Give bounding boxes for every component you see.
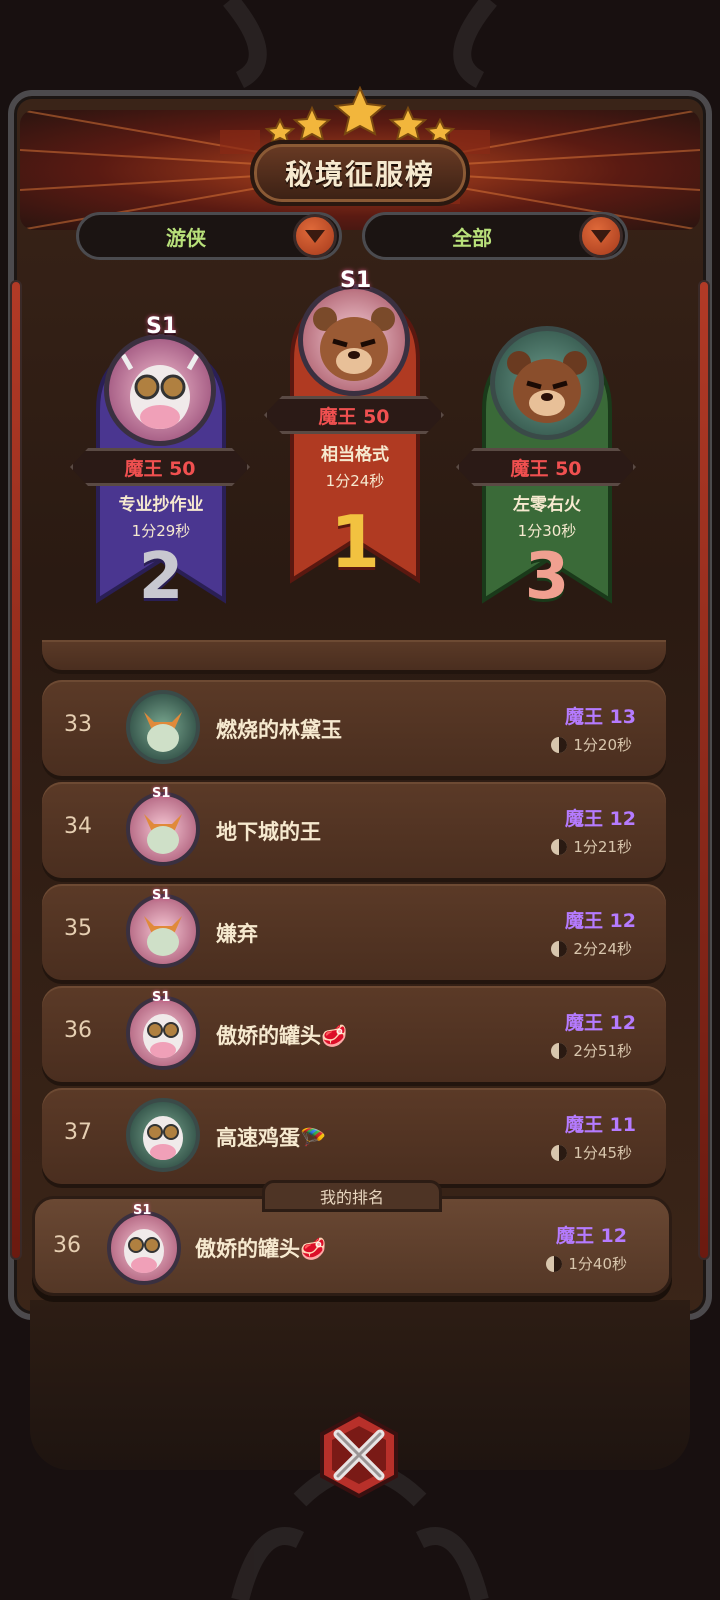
clear-time: 1分45秒 — [551, 1142, 632, 1163]
title-plate: 秘境征服榜 — [250, 140, 470, 206]
place-number: 3 — [524, 540, 570, 614]
season-badge: S1 — [146, 314, 178, 339]
clear-time: 2分51秒 — [551, 1040, 632, 1061]
clear-time-text: 2分51秒 — [573, 1042, 632, 1060]
row-rank: 37 — [64, 1120, 92, 1145]
right-side-bar — [698, 280, 710, 1260]
player-name: 左零右火 — [513, 495, 581, 515]
clock-icon — [551, 1042, 568, 1059]
clock-icon — [551, 1144, 568, 1161]
row-rank: 34 — [64, 814, 92, 839]
clear-time: 2分24秒 — [551, 938, 632, 959]
chevron-down-icon[interactable] — [579, 214, 623, 258]
level-text: 魔王 13 — [564, 706, 636, 728]
fox-icon — [126, 894, 200, 968]
bear-icon — [490, 326, 604, 440]
cow-icon — [104, 334, 216, 446]
clock-icon — [551, 736, 568, 753]
season-badge: S1 — [340, 268, 372, 293]
season-badge: S1 — [152, 786, 171, 801]
fox-icon — [126, 792, 200, 866]
place-number: 1 — [329, 500, 381, 584]
player-name: 地下城的王 — [216, 820, 321, 844]
row-rank: 36 — [64, 1018, 92, 1043]
level-plate: 魔王 50 — [456, 448, 636, 486]
list-item[interactable]: 36 S1 傲娇的罐头🥩 魔王 12 2分51秒 — [42, 986, 666, 1082]
my-rank-tab-label: 我的排名 — [319, 1188, 384, 1207]
bear-icon — [298, 284, 410, 396]
chevron-down-icon[interactable] — [293, 214, 337, 258]
my-rank-tab: 我的排名 — [262, 1180, 442, 1212]
scope-filter-label: 全部 — [452, 225, 492, 250]
clock-icon — [551, 838, 568, 855]
level-text: 魔王 11 — [564, 1114, 636, 1136]
season-badge: S1 — [152, 888, 171, 903]
rating-stars-icon — [264, 86, 456, 142]
level-text: 魔王 50 — [318, 405, 390, 428]
clear-time: 1分20秒 — [551, 734, 632, 755]
level-text: 魔王 12 — [555, 1225, 627, 1247]
season-badge: S1 — [152, 990, 171, 1005]
left-side-bar — [10, 280, 22, 1260]
player-name: 高速鸡蛋🪂 — [216, 1126, 327, 1150]
fox-icon — [126, 690, 200, 764]
close-icon[interactable] — [316, 1412, 402, 1498]
level-text: 魔王 50 — [510, 457, 582, 480]
list-item-partial — [42, 640, 666, 670]
level-text: 魔王 12 — [564, 1012, 636, 1034]
season-badge: S1 — [133, 1203, 152, 1218]
clear-time-text: 1分45秒 — [573, 1144, 632, 1162]
class-filter-dropdown[interactable]: 游侠 — [76, 212, 342, 260]
cow-icon — [107, 1211, 181, 1285]
clock-icon — [551, 940, 568, 957]
list-item[interactable]: 33 燃烧的林黛玉 魔王 13 1分20秒 — [42, 680, 666, 776]
player-name: 专业抄作业 — [118, 495, 204, 515]
clear-time: 1分29秒 — [131, 522, 191, 540]
player-name: 傲娇的罐头🥩 — [195, 1237, 327, 1261]
clear-time-text: 1分21秒 — [573, 838, 632, 856]
level-text: 魔王 12 — [564, 910, 636, 932]
clock-icon — [546, 1255, 563, 1272]
clear-time: 1分30秒 — [517, 522, 577, 540]
level-plate: 魔王 50 — [70, 448, 250, 486]
row-rank: 33 — [64, 712, 92, 737]
place-number: 2 — [138, 540, 184, 614]
list-item[interactable]: 34 S1 地下城的王 魔王 12 1分21秒 — [42, 782, 666, 878]
my-rank-number: 36 — [53, 1233, 81, 1258]
player-name: 傲娇的罐头🥩 — [216, 1024, 348, 1048]
clear-time: 1分24秒 — [325, 472, 385, 490]
clear-time: 1分40秒 — [546, 1253, 627, 1274]
class-filter-label: 游侠 — [166, 225, 206, 250]
clear-time-text: 1分40秒 — [568, 1255, 627, 1273]
player-name: 相当格式 — [321, 445, 389, 465]
page-title: 秘境征服榜 — [284, 158, 435, 191]
list-item[interactable]: 35 S1 嫌弃 魔王 12 2分24秒 — [42, 884, 666, 980]
clear-time-text: 2分24秒 — [573, 940, 632, 958]
player-name: 嫌弃 — [216, 922, 258, 946]
clear-time-text: 1分20秒 — [573, 736, 632, 754]
player-name: 燃烧的林黛玉 — [216, 718, 342, 742]
scope-filter-dropdown[interactable]: 全部 — [362, 212, 628, 260]
row-rank: 35 — [64, 916, 92, 941]
clear-time: 1分21秒 — [551, 836, 632, 857]
list-item[interactable]: 37 高速鸡蛋🪂 魔王 11 1分45秒 — [42, 1088, 666, 1184]
cow-icon — [126, 996, 200, 1070]
level-text: 魔王 12 — [564, 808, 636, 830]
level-plate: 魔王 50 — [264, 396, 444, 434]
level-text: 魔王 50 — [124, 457, 196, 480]
cow-icon — [126, 1098, 200, 1172]
